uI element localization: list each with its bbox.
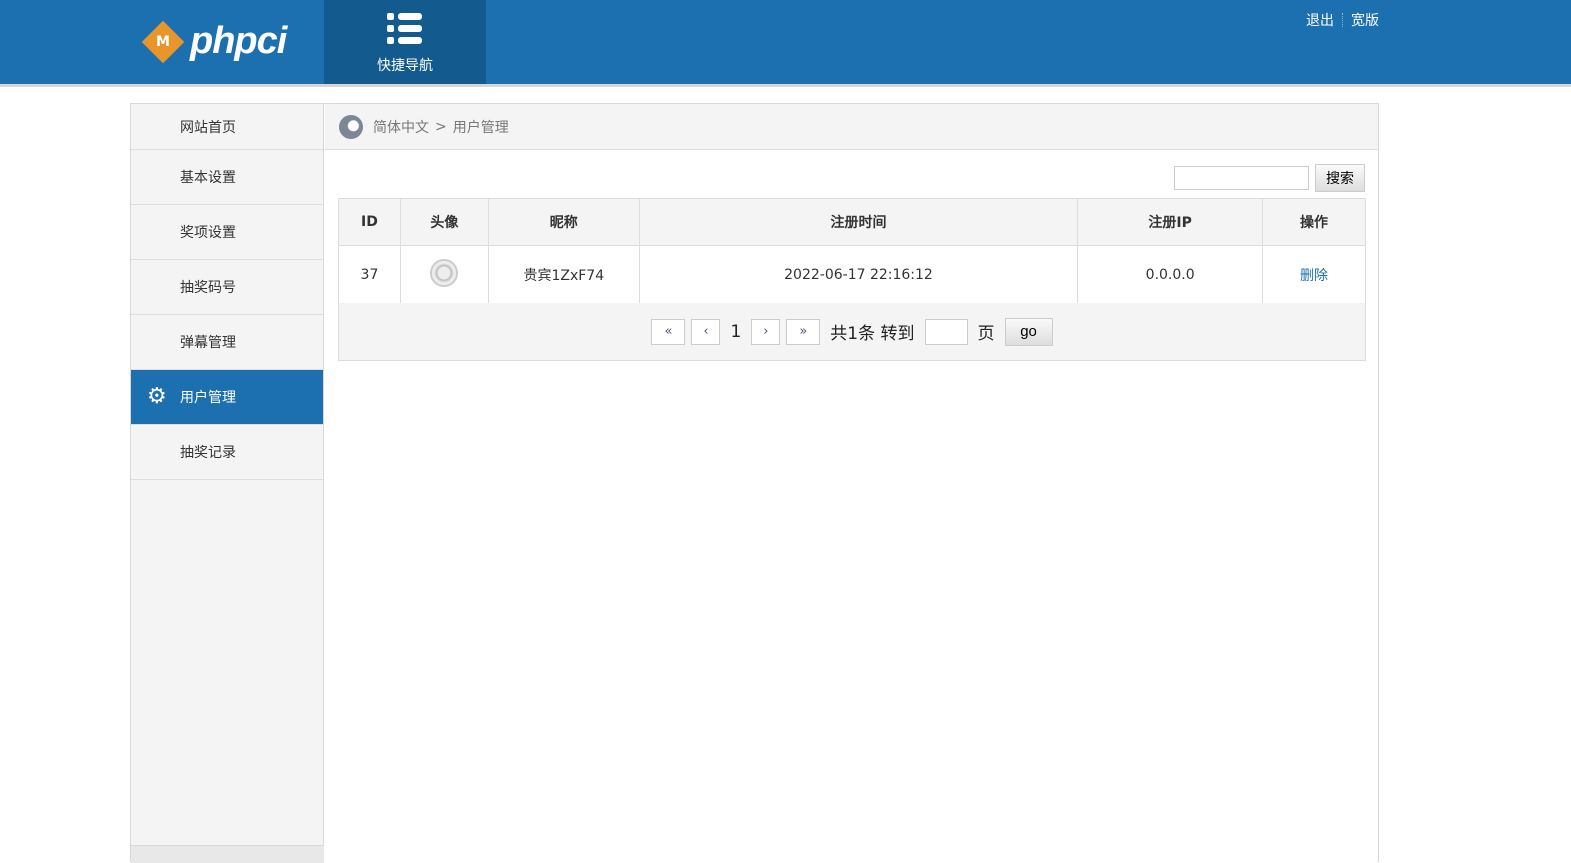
sidebar-item-lottery-records[interactable]: 抽奖记录	[131, 425, 323, 480]
col-id: ID	[338, 198, 401, 246]
gear-icon: ⚙	[147, 384, 167, 409]
cell-id: 37	[338, 245, 401, 304]
page-unit-label: 页	[977, 324, 995, 344]
table-row: 37 贵宾1ZxF74 2022-06-17 22:16:12 0.0.0.0 …	[338, 245, 1366, 304]
breadcrumb-separator: >	[435, 118, 447, 135]
breadcrumb: 简体中文 > 用户管理	[325, 104, 1378, 150]
sidebar-item-users[interactable]: ⚙ 用户管理	[131, 370, 323, 425]
logo[interactable]: M phpci	[141, 20, 287, 63]
col-action: 操作	[1262, 198, 1366, 246]
prev-page-button[interactable]: ‹	[691, 318, 721, 345]
col-nickname: 昵称	[487, 198, 640, 246]
sidebar-item-basic-settings[interactable]: 基本设置	[131, 150, 323, 205]
table-header: ID 头像 昵称 注册时间 注册IP 操作	[338, 198, 1366, 246]
cell-ip: 0.0.0.0	[1077, 245, 1264, 304]
col-avatar: 头像	[399, 198, 489, 246]
search-input[interactable]	[1174, 166, 1309, 190]
user-table: ID 头像 昵称 注册时间 注册IP 操作 37 贵宾1ZxF74 2022-0…	[338, 198, 1366, 304]
pagination: « ‹ 1 › » 共1条 转到 页 go	[338, 303, 1366, 361]
total-label: 共1条 转到	[830, 324, 915, 344]
quick-nav-button[interactable]: 快捷导航	[324, 0, 486, 84]
first-page-button[interactable]: «	[651, 318, 686, 345]
wide-layout-link[interactable]: 宽版	[1351, 10, 1379, 30]
sidebar-item-lottery-codes[interactable]: 抽奖码号	[131, 260, 323, 315]
sidebar-item-danmaku[interactable]: 弹幕管理	[131, 315, 323, 370]
logo-mark-icon: M	[141, 20, 185, 63]
last-page-button[interactable]: »	[786, 318, 821, 345]
delete-link[interactable]: 删除	[1262, 245, 1366, 304]
avatar	[430, 258, 459, 287]
col-register-ip: 注册IP	[1077, 198, 1264, 246]
breadcrumb-lang[interactable]: 简体中文	[373, 117, 429, 137]
next-page-button[interactable]: ›	[751, 318, 781, 345]
logo-text: phpci	[190, 20, 287, 62]
search-button[interactable]: 搜索	[1315, 164, 1365, 192]
list-icon	[387, 13, 423, 45]
page-jump-input[interactable]	[924, 318, 968, 345]
breadcrumb-current: 用户管理	[452, 119, 509, 136]
logout-link[interactable]: 退出	[1306, 10, 1334, 30]
sidebar-footer	[131, 845, 324, 863]
sidebar: 网站首页 基本设置 奖项设置 抽奖码号 弹幕管理 ⚙ 用户管理 抽奖记录	[131, 104, 324, 863]
divider	[1342, 13, 1343, 27]
header: M phpci 快捷导航 退出 宽版	[0, 0, 1571, 87]
quick-nav-label: 快捷导航	[377, 58, 433, 74]
col-register-time: 注册时间	[638, 198, 1079, 246]
cell-avatar	[399, 245, 489, 304]
cell-time: 2022-06-17 22:16:12	[638, 245, 1079, 304]
globe-icon	[339, 114, 363, 139]
sidebar-item-prize-settings[interactable]: 奖项设置	[131, 205, 323, 260]
current-page[interactable]: 1	[730, 322, 741, 342]
sidebar-item-home[interactable]: 网站首页	[131, 104, 323, 150]
cell-nickname: 贵宾1ZxF74	[487, 245, 640, 304]
go-button[interactable]: go	[1004, 317, 1053, 346]
